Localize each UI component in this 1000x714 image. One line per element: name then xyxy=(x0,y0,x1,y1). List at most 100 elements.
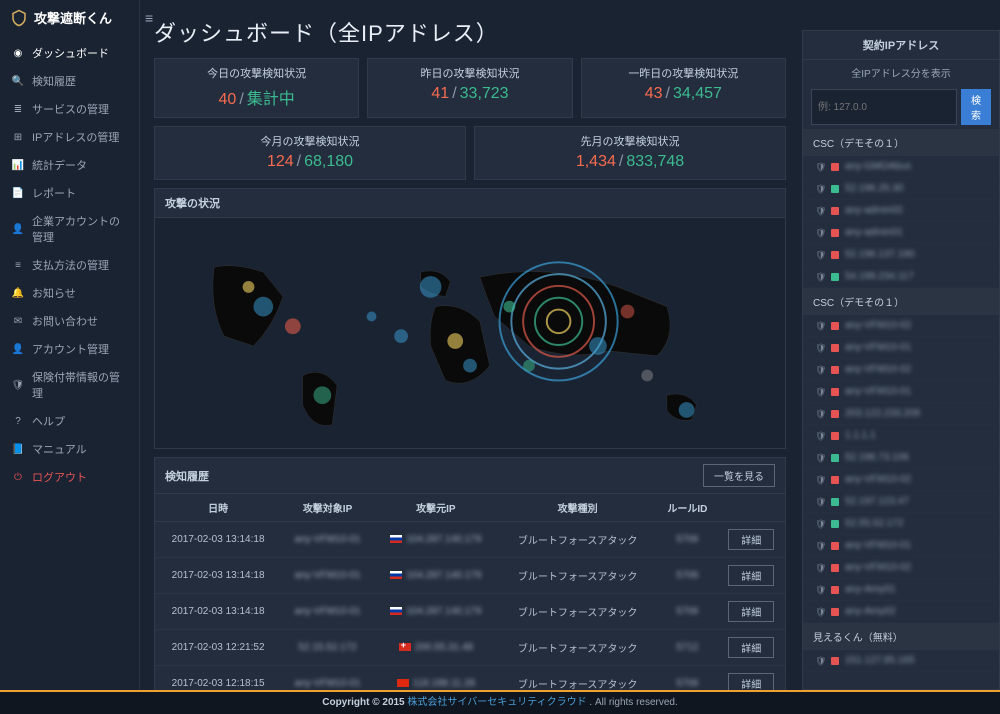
ip-item[interactable]: 🛡52.196.73.106 xyxy=(803,447,999,469)
table-row: 2017-02-03 12:18:15any-VFM10-01118.188.1… xyxy=(155,666,785,691)
ip-groups: CSC（デモその１）🛡any-GMOAbus🛡52.196.25.30🛡any-… xyxy=(803,129,999,672)
ip-item[interactable]: 🛡any-admin02 xyxy=(803,200,999,222)
cell-target: any-VFM10-01 xyxy=(281,666,374,691)
nav-label: ダッシュボード xyxy=(32,45,109,61)
ip-item[interactable]: 🛡any-VFM10-02 xyxy=(803,557,999,579)
shield-icon: 🛡 xyxy=(815,431,825,441)
nav-item-ログアウト[interactable]: ⏻ログアウト xyxy=(0,463,139,491)
shield-icon: 🛡 xyxy=(815,475,825,485)
nav-icon: ≡ xyxy=(12,259,24,271)
nav-item-ヘルプ[interactable]: ?ヘルプ xyxy=(0,407,139,435)
status-dot xyxy=(831,608,839,616)
ip-label: 52.196.73.106 xyxy=(845,452,987,463)
ip-item[interactable]: 🛡any-Amy02 xyxy=(803,601,999,623)
nav-item-ダッシュボード[interactable]: ◉ダッシュボード xyxy=(0,39,139,67)
nav-label: お問い合わせ xyxy=(32,313,98,329)
table-row: 2017-02-03 12:21:5252.15.52.172200.55.31… xyxy=(155,630,785,666)
ip-group-header[interactable]: 見えるくん（無料） xyxy=(803,623,999,650)
ip-item[interactable]: 🛡any-VFM10-01 xyxy=(803,381,999,403)
ip-label: 151.127.85.165 xyxy=(845,655,987,666)
page-title: ダッシュボード（全IPアドレス） xyxy=(154,16,786,48)
nav-item-保険付帯情報の管理[interactable]: 🛡保険付帯情報の管理 xyxy=(0,363,139,407)
ip-group-header[interactable]: CSC（デモその１） xyxy=(803,288,999,315)
ip-item[interactable]: 🛡52.196.137.190 xyxy=(803,244,999,266)
ip-label: any-VFM10-01 xyxy=(845,540,987,551)
ip-group-header[interactable]: CSC（デモその１） xyxy=(803,129,999,156)
ip-item[interactable]: 🛡52.55.52.172 xyxy=(803,513,999,535)
shield-icon xyxy=(10,9,28,27)
nav-label: 保険付帯情報の管理 xyxy=(32,369,127,401)
ip-label: 203.122.233.209 xyxy=(845,408,987,419)
shield-icon: 🛡 xyxy=(815,387,825,397)
shield-icon: 🛡 xyxy=(815,272,825,282)
shield-icon: 🛡 xyxy=(815,365,825,375)
attack-map-title: 攻撃の状況 xyxy=(165,195,220,211)
detail-button[interactable]: 詳細 xyxy=(728,565,774,586)
status-dot xyxy=(831,586,839,594)
shield-icon: 🛡 xyxy=(815,162,825,172)
ip-item[interactable]: 🛡any-Amy01 xyxy=(803,579,999,601)
nav-icon: 📊 xyxy=(12,159,24,171)
nav-label: IPアドレスの管理 xyxy=(32,129,119,145)
ip-item[interactable]: 🛡1.1.1.1 xyxy=(803,425,999,447)
nav-icon: ✉ xyxy=(12,315,24,327)
ip-item[interactable]: 🛡52.197.123.47 xyxy=(803,491,999,513)
flag-icon xyxy=(399,643,411,651)
stat-value: 43/34,457 xyxy=(582,85,785,103)
ip-search-input[interactable] xyxy=(811,89,957,125)
nav-item-レポート[interactable]: 📄レポート xyxy=(0,179,139,207)
flag-icon xyxy=(397,679,409,687)
stat-label: 昨日の攻撃検知状況 xyxy=(368,65,571,81)
nav-item-サービスの管理[interactable]: ≣サービスの管理 xyxy=(0,95,139,123)
nav-item-お知らせ[interactable]: 🔔お知らせ xyxy=(0,279,139,307)
ip-search-button[interactable]: 検索 xyxy=(961,89,991,125)
detail-button[interactable]: 詳細 xyxy=(728,529,774,550)
ip-label: any-VFM10-02 xyxy=(845,364,987,375)
nav-item-お問い合わせ[interactable]: ✉ お問い合わせ xyxy=(0,307,139,335)
nav-item-支払方法の管理[interactable]: ≡支払方法の管理 xyxy=(0,251,139,279)
nav-item-アカウント管理[interactable]: 👤アカウント管理 xyxy=(0,335,139,363)
stat-card: 今月の攻撃検知状況124/68,180 xyxy=(154,126,466,180)
nav-item-企業アカウントの管理[interactable]: 👤企業アカウントの管理 xyxy=(0,207,139,251)
ip-item[interactable]: 🛡any-admin01 xyxy=(803,222,999,244)
contract-ip-title: 契約IPアドレス xyxy=(803,31,999,60)
ip-item[interactable]: 🛡any-VFM10-02 xyxy=(803,315,999,337)
cell-type: ブルートフォースアタック xyxy=(498,666,658,691)
nav-item-統計データ[interactable]: 📊統計データ xyxy=(0,151,139,179)
status-dot xyxy=(831,207,839,215)
detail-button[interactable]: 詳細 xyxy=(728,601,774,622)
status-dot xyxy=(831,564,839,572)
ip-item[interactable]: 🛡any-VFM10-01 xyxy=(803,535,999,557)
shield-icon: 🛡 xyxy=(815,409,825,419)
ip-item[interactable]: 🛡any-VFM10-01 xyxy=(803,337,999,359)
shield-icon: 🛡 xyxy=(815,184,825,194)
ip-item[interactable]: 🛡151.127.85.165 xyxy=(803,650,999,672)
status-dot xyxy=(831,344,839,352)
cell-source: 104.287.140.179 xyxy=(374,522,498,558)
ip-item[interactable]: 🛡54.199.234.117 xyxy=(803,266,999,288)
ip-item[interactable]: 🛡 52.196.25.30 xyxy=(803,178,999,200)
shield-icon: 🛡 xyxy=(815,563,825,573)
cell-time: 2017-02-03 13:14:18 xyxy=(155,594,281,630)
footer-company-link[interactable]: 株式会社サイバーセキュリティクラウド xyxy=(407,697,586,708)
ip-item[interactable]: 🛡any-VFM10-02 xyxy=(803,469,999,491)
ip-item[interactable]: 🛡any-GMOAbus xyxy=(803,156,999,178)
ip-label: 52.196.25.30 xyxy=(845,183,987,194)
cell-time: 2017-02-03 13:14:18 xyxy=(155,558,281,594)
flag-icon xyxy=(390,571,402,579)
cell-target: 52.15.52.172 xyxy=(281,630,374,666)
nav-item-IPアドレスの管理[interactable]: ⊞IPアドレスの管理 xyxy=(0,123,139,151)
nav-item-マニュアル[interactable]: 📘マニュアル xyxy=(0,435,139,463)
cell-target: any-VFM10-01 xyxy=(281,594,374,630)
view-all-button[interactable]: 一覧を見る xyxy=(703,464,775,487)
detail-button[interactable]: 詳細 xyxy=(728,673,774,690)
ip-item[interactable]: 🛡 any-VFM10-02 xyxy=(803,359,999,381)
flag-icon xyxy=(390,535,402,543)
cell-action: 詳細 xyxy=(717,630,785,666)
ip-item[interactable]: 🛡 203.122.233.209 xyxy=(803,403,999,425)
attack-map[interactable] xyxy=(155,218,785,448)
nav-item-検知履歴[interactable]: 🔍検知履歴 xyxy=(0,67,139,95)
status-dot xyxy=(831,542,839,550)
ip-label: 52.197.123.47 xyxy=(845,496,987,507)
detail-button[interactable]: 詳細 xyxy=(728,637,774,658)
